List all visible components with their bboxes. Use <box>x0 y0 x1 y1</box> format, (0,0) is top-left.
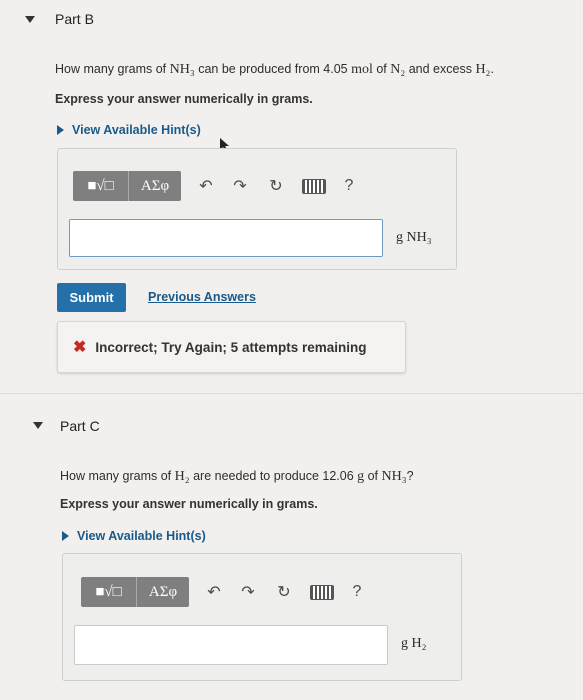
part-c-answer-input[interactable] <box>74 625 388 665</box>
expand-triangle-icon <box>62 531 69 541</box>
help-button[interactable]: ? <box>345 583 369 601</box>
incorrect-x-icon: ✖ <box>73 339 87 356</box>
collapse-caret-icon[interactable] <box>33 422 43 429</box>
redo-icon[interactable]: ↷ <box>225 176 255 196</box>
math-toolbar: ■√□ ΑΣφ ↶ ↷ ↻ ? <box>81 577 369 607</box>
part-b-answer-input[interactable] <box>69 219 383 257</box>
keyboard-icon[interactable] <box>305 584 339 600</box>
part-c-answer-box: ■√□ ΑΣφ ↶ ↷ ↻ ? g H₂ <box>62 553 462 681</box>
part-b-units: g NH₃ <box>396 230 432 245</box>
submit-button[interactable]: Submit <box>57 283 126 312</box>
collapse-caret-icon[interactable] <box>25 16 35 23</box>
section-divider <box>0 393 583 394</box>
templates-button[interactable]: ■√□ <box>73 171 128 201</box>
reset-icon[interactable]: ↻ <box>269 582 299 602</box>
part-b-title: Part B <box>55 11 94 27</box>
part-c-units: g H₂ <box>401 636 427 651</box>
symbols-button[interactable]: ΑΣφ <box>137 577 189 607</box>
part-b-question: How many grams of NH₃ can be produced fr… <box>55 62 494 77</box>
feedback-box: ✖ Incorrect; Try Again; 5 attempts remai… <box>57 321 406 373</box>
keyboard-icon[interactable] <box>297 178 331 194</box>
part-c-instruction: Express your answer numerically in grams… <box>60 497 318 511</box>
part-b-answer-box: ■√□ ΑΣφ ↶ ↷ ↻ ? g NH₃ <box>57 148 457 270</box>
math-toolbar: ■√□ ΑΣφ ↶ ↷ ↻ ? <box>73 171 361 201</box>
part-c-question: How many grams of H₂ are needed to produ… <box>60 469 414 484</box>
redo-icon[interactable]: ↷ <box>233 582 263 602</box>
part-c-hint-link[interactable]: View Available Hint(s) <box>62 529 206 543</box>
part-b-hint-link[interactable]: View Available Hint(s) <box>57 123 201 137</box>
undo-icon[interactable]: ↶ <box>199 582 229 602</box>
part-b-instruction: Express your answer numerically in grams… <box>55 92 313 106</box>
symbols-button[interactable]: ΑΣφ <box>129 171 181 201</box>
expand-triangle-icon <box>57 125 64 135</box>
templates-button[interactable]: ■√□ <box>81 577 136 607</box>
help-button[interactable]: ? <box>337 177 361 195</box>
reset-icon[interactable]: ↻ <box>261 176 291 196</box>
part-c-title: Part C <box>60 418 100 434</box>
previous-answers-link[interactable]: Previous Answers <box>148 290 256 304</box>
undo-icon[interactable]: ↶ <box>191 176 221 196</box>
